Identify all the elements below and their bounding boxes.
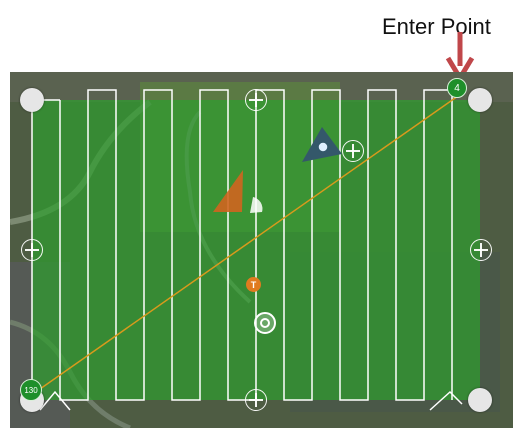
plus-circle-icon[interactable]	[245, 89, 267, 111]
home-marker[interactable]: T	[246, 277, 261, 292]
plus-circle-icon[interactable]	[21, 239, 43, 261]
start-waypoint-badge[interactable]: 4	[447, 78, 467, 98]
plus-circle-icon[interactable]	[342, 140, 364, 162]
target-icon[interactable]	[254, 312, 276, 334]
map-view[interactable]: 4 130 T	[10, 72, 513, 428]
end-waypoint-badge[interactable]: 130	[20, 379, 42, 401]
corner-handle-bottom-right[interactable]	[468, 388, 492, 412]
plus-circle-icon[interactable]	[245, 389, 267, 411]
flight-path-overlay	[29, 89, 480, 411]
corner-handle-top-right[interactable]	[468, 88, 492, 112]
corner-handle-top-left[interactable]	[20, 88, 44, 112]
plus-circle-icon[interactable]	[470, 239, 492, 261]
